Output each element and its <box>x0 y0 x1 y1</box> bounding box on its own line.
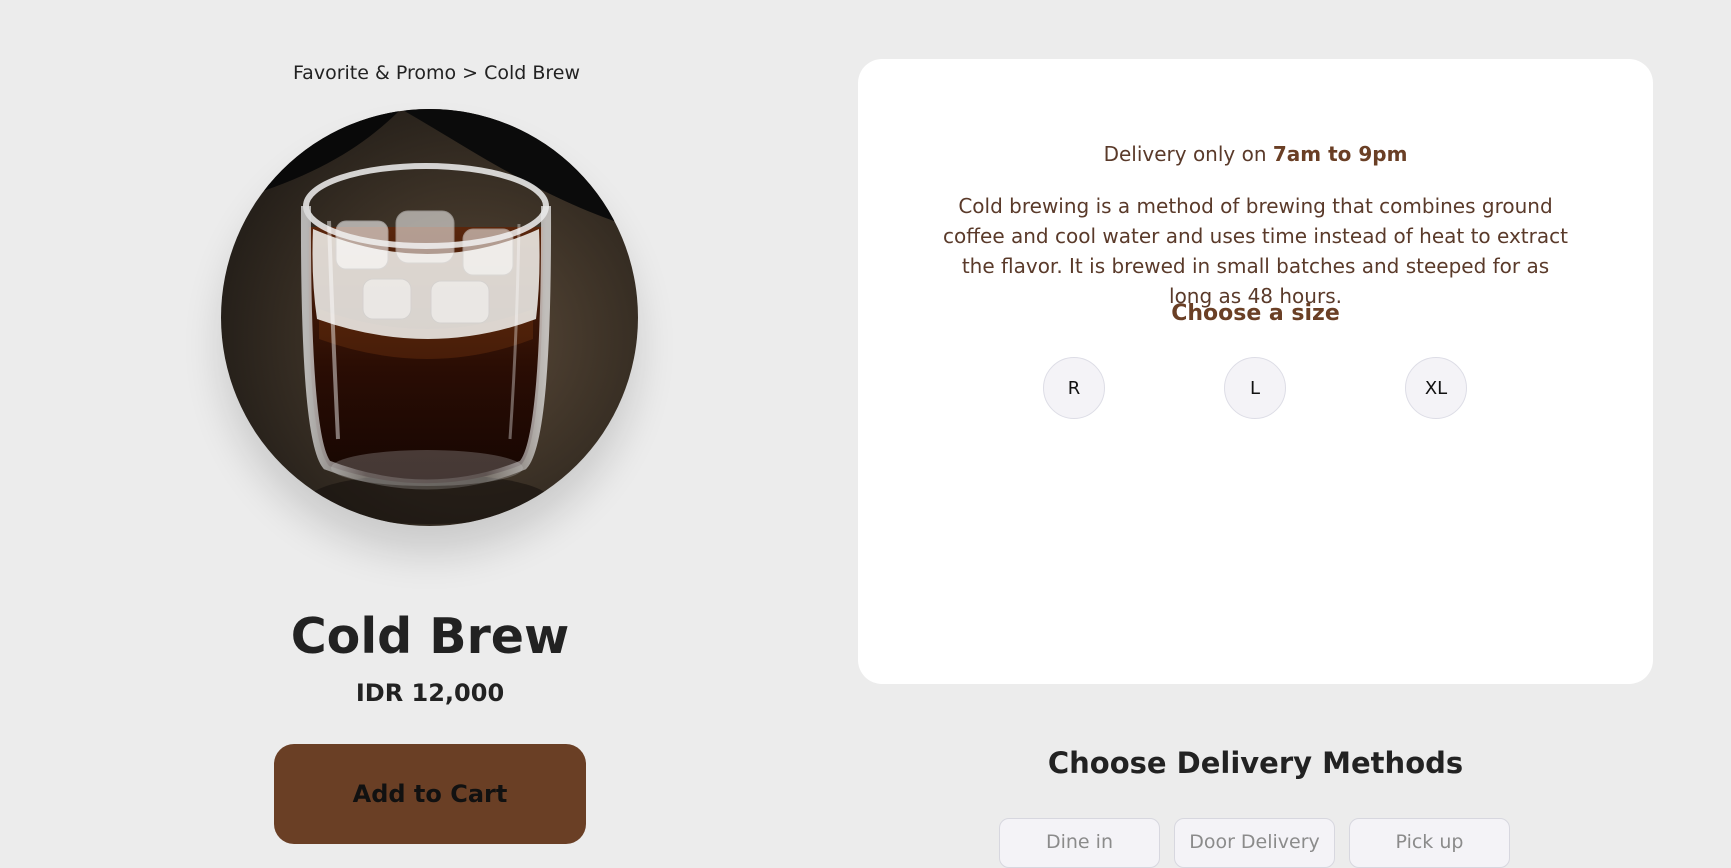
product-info-card: Delivery only on 7am to 9pm Cold brewing… <box>858 59 1653 684</box>
delivery-hours-text: Delivery only on 7am to 9pm <box>858 142 1653 166</box>
delivery-hours-prefix: Delivery only on <box>1103 142 1273 166</box>
delivery-methods-title: Choose Delivery Methods <box>1047 746 1464 780</box>
cold-brew-photo-icon <box>221 109 638 526</box>
size-title: Choose a size <box>1171 301 1340 326</box>
delivery-hours-value: 7am to 9pm <box>1272 142 1408 166</box>
add-to-cart-button[interactable]: Add to Cart <box>274 744 586 844</box>
size-option-l[interactable]: L <box>1224 357 1286 419</box>
size-option-xl[interactable]: XL <box>1405 357 1467 419</box>
size-option-r[interactable]: R <box>1043 357 1105 419</box>
breadcrumb[interactable]: Favorite & Promo > Cold Brew <box>293 62 580 84</box>
product-image <box>221 109 638 526</box>
product-description: Cold brewing is a method of brewing that… <box>943 194 1568 308</box>
product-price: IDR 12,000 <box>355 679 505 707</box>
product-name: Cold Brew <box>290 608 570 665</box>
